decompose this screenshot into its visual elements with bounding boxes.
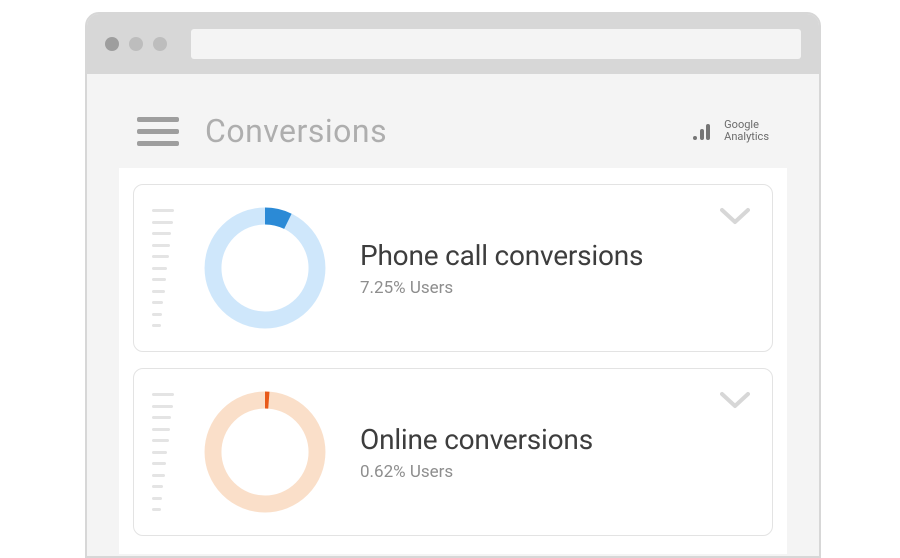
traffic-light-max-icon[interactable] xyxy=(153,37,167,51)
conversion-card-phone[interactable]: Phone call conversions 7.25% Users xyxy=(133,184,773,352)
card-title: Phone call conversions xyxy=(360,239,750,272)
conversion-card-online[interactable]: Online conversions 0.62% Users xyxy=(133,368,773,536)
app-area: Conversions Google Analytics xyxy=(87,74,819,558)
chevron-down-icon[interactable] xyxy=(720,207,750,225)
menu-button[interactable] xyxy=(137,117,179,146)
chevron-down-icon[interactable] xyxy=(720,391,750,409)
card-percent-label: 0.62% Users xyxy=(360,462,750,482)
brand-logo: Google Analytics xyxy=(693,119,769,143)
traffic-light-close-icon[interactable] xyxy=(105,37,119,51)
scale-icon xyxy=(152,209,174,327)
analytics-bars-icon xyxy=(693,122,716,140)
brand-text: Google Analytics xyxy=(724,119,769,143)
donut-chart-online xyxy=(200,387,330,517)
card-title: Online conversions xyxy=(360,423,750,456)
panel-header: Conversions Google Analytics xyxy=(119,98,787,168)
card-percent-label: 7.25% Users xyxy=(360,278,750,298)
browser-topbar xyxy=(87,14,819,74)
card-list: Phone call conversions 7.25% Users xyxy=(119,168,787,554)
traffic-light-min-icon[interactable] xyxy=(129,37,143,51)
page-title: Conversions xyxy=(205,112,387,150)
browser-frame: Conversions Google Analytics xyxy=(85,12,821,558)
brand-line2: Analytics xyxy=(724,131,769,143)
donut-chart-phone xyxy=(200,203,330,333)
conversions-panel: Conversions Google Analytics xyxy=(119,98,787,554)
scale-icon xyxy=(152,393,174,511)
address-bar[interactable] xyxy=(191,29,801,59)
